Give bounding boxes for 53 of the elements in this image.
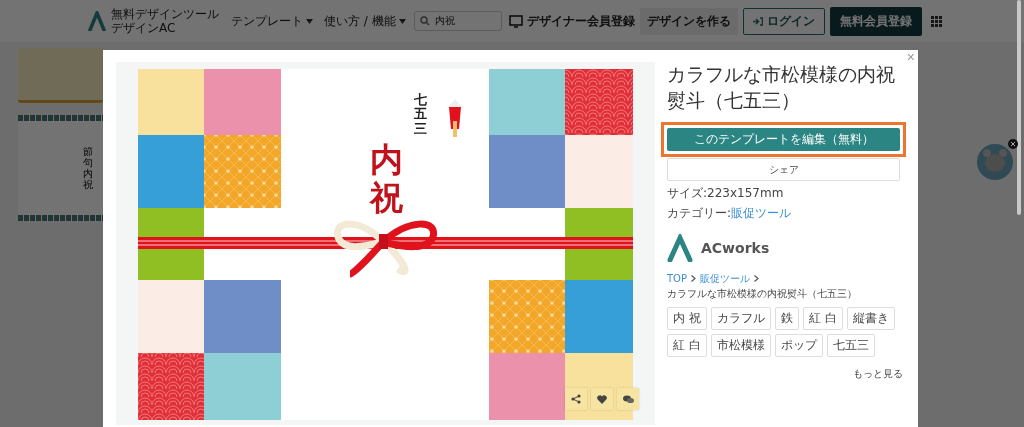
tag-chip[interactable]: 縦書き [846, 307, 895, 330]
search-icon [419, 16, 430, 26]
tag-chip[interactable]: 鉄 [774, 307, 799, 330]
search-field[interactable]: 内祝 [413, 11, 502, 31]
scrollbar[interactable] [1017, 0, 1021, 215]
comment-button[interactable] [617, 388, 639, 410]
create-design-button[interactable]: デザインを作る [639, 7, 738, 35]
nav-menu[interactable]: 使い方 / 機能 [321, 12, 409, 30]
heart-icon [597, 394, 607, 404]
caret-icon [306, 18, 313, 24]
logo-text: 無料デザインツール [111, 7, 219, 21]
tag-chip[interactable]: 市松模様 [710, 334, 771, 357]
thumbnail-text: 節句内祝 [83, 146, 93, 190]
template-thumbnail[interactable]: 節句内祝 [18, 115, 103, 221]
share-button[interactable]: シェア [667, 158, 900, 181]
login-button[interactable]: ログイン [742, 7, 825, 35]
more-link[interactable]: もっと見る [853, 367, 903, 381]
author-logo-icon [667, 234, 693, 262]
bear-chat-icon[interactable] [975, 138, 1019, 182]
close-button[interactable]: × [904, 50, 917, 64]
apps-grid-icon[interactable] [930, 15, 942, 27]
logo-icon[interactable] [88, 11, 106, 31]
logo-text: デザインAC [111, 21, 177, 35]
chevron-icon [754, 275, 759, 282]
edit-template-button[interactable]: このテンプレートを編集（無料） [667, 128, 900, 151]
tag-chip[interactable]: カラフル [710, 307, 771, 330]
tag-chip[interactable]: 紅 白 [802, 307, 843, 330]
designer-signup-link[interactable]: デザイナー会員登録 [508, 12, 635, 30]
nav-menu[interactable]: テンプレート [228, 12, 316, 30]
caret-icon [398, 18, 406, 24]
template-size: サイズ:223x157mm [667, 185, 784, 202]
tag-chip[interactable]: 内 祝 [667, 307, 707, 330]
author-name: ACworks [701, 240, 770, 256]
share-icon [571, 394, 581, 404]
breadcrumb-link[interactable]: TOP [667, 272, 687, 285]
share-button[interactable] [565, 388, 587, 410]
template-title: カラフルな市松模様の内祝熨斗（七五三） [667, 63, 896, 113]
signup-button[interactable]: 無料会員登録 [829, 6, 922, 36]
chevron-icon [691, 275, 696, 282]
like-button[interactable] [591, 388, 613, 410]
tag-chip[interactable]: 七五三 [826, 334, 875, 357]
monitor-icon [508, 14, 523, 28]
category-link[interactable]: 販促ツール [731, 205, 792, 222]
design-subtitle: 七五三 [414, 93, 427, 136]
category-label: カテゴリー: [667, 205, 732, 222]
breadcrumb-link[interactable]: 販促ツール [700, 272, 750, 285]
tag-chip[interactable]: ポップ [774, 334, 823, 357]
tag-chip[interactable]: 紅 白 [667, 334, 707, 357]
template-thumbnail[interactable] [18, 48, 103, 103]
breadcrumb-current: カラフルな市松模様の内祝熨斗（七五三） [667, 287, 857, 300]
design-heading: 内祝 [370, 141, 403, 217]
login-icon [752, 16, 763, 26]
speech-bubbles-icon [622, 394, 634, 404]
